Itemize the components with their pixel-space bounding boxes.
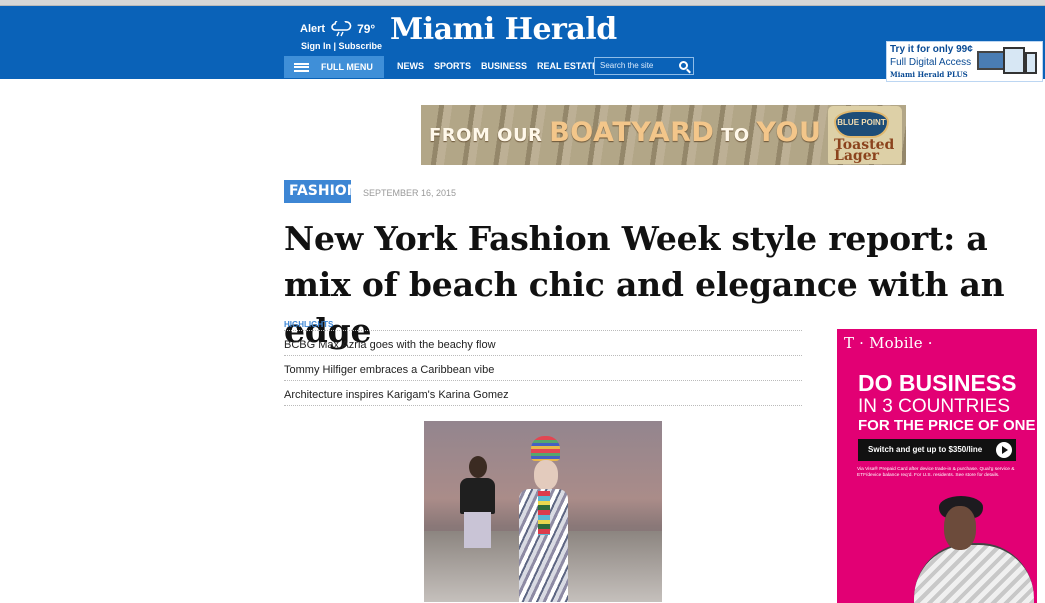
subscribe-link[interactable]: Subscribe	[339, 41, 383, 51]
subscription-brand: Miami Herald PLUS	[890, 70, 968, 79]
search-icon[interactable]	[679, 61, 688, 70]
nav-sports[interactable]: SPORTS	[434, 61, 471, 71]
person-face	[944, 506, 976, 550]
banner-big-text-2: YOU	[756, 117, 822, 148]
weather-alert[interactable]: Alert 79°	[300, 21, 375, 37]
switch-cta-button[interactable]: Switch and get up to $350/line	[858, 439, 1016, 461]
arrow-right-icon	[996, 442, 1012, 458]
temperature: 79°	[357, 22, 376, 36]
beaded-necklace	[538, 491, 550, 535]
nav-real-estate[interactable]: REAL ESTATE	[537, 61, 598, 71]
subscription-title: Try it for only 99¢	[890, 44, 973, 55]
digital-subscription-ad[interactable]: Try it for only 99¢ Full Digital Access …	[886, 41, 1043, 82]
fashion-runway-photo[interactable]	[424, 421, 662, 602]
hamburger-icon	[294, 62, 309, 72]
background-model	[457, 456, 498, 568]
toasted-lager-label: Toasted Lager	[834, 137, 895, 164]
alert-label: Alert	[300, 23, 326, 35]
miami-herald-logo[interactable]: Miami Herald	[390, 12, 617, 47]
tmobile-logo: T · Mobile ·	[844, 334, 933, 352]
account-links: Sign In | Subscribe	[301, 41, 383, 51]
primary-nav: NEWS SPORTS BUSINESS REAL ESTATE	[397, 61, 598, 71]
tablet-icon	[1003, 47, 1025, 74]
highlights-title: HIGHLIGHTS	[284, 320, 802, 331]
switch-cta-label: Switch and get up to $350/line	[868, 445, 983, 454]
boatyard-banner-ad[interactable]: FROM OUR BOATYARD TO YOU BLUE POINT Toas…	[421, 105, 906, 165]
highlight-item[interactable]: Tommy Hilfiger embraces a Caribbean vibe	[284, 356, 802, 381]
cloud-rain-icon	[331, 21, 352, 37]
search-input[interactable]: Search the site	[594, 57, 694, 75]
ad-headline-1: DO BUSINESS	[858, 370, 1017, 396]
background-model-head	[469, 456, 487, 478]
search-placeholder: Search the site	[600, 61, 654, 70]
banner-lead: FROM OUR	[429, 125, 543, 146]
device-graphics	[977, 45, 1039, 76]
article-category[interactable]: FASHION	[284, 180, 358, 203]
article-date: SEPTEMBER 16, 2015	[363, 188, 457, 198]
background-model-skirt	[464, 512, 491, 548]
blue-point-seal: BLUE POINT	[834, 110, 889, 138]
highlight-item[interactable]: Architecture inspires Karigam's Karina G…	[284, 381, 802, 406]
article-highlights: HIGHLIGHTS BCBG Max Azria goes with the …	[284, 320, 802, 406]
highlight-item[interactable]: BCBG Max Azria goes with the beachy flow	[284, 331, 802, 356]
ad-headline-3: FOR THE PRICE OF ONE	[858, 417, 1036, 434]
site-masthead: Alert 79° Sign In | Subscribe Miami Hera…	[0, 6, 1045, 82]
sign-in-link[interactable]: Sign In	[301, 41, 331, 51]
tmobile-ad[interactable]: T · Mobile · DO BUSINESS IN 3 COUNTRIES …	[837, 329, 1037, 603]
banner-middle: TO	[721, 125, 750, 146]
nav-news[interactable]: NEWS	[397, 61, 424, 71]
ad-fine-print: Via Visa® Prepaid Card after device trad…	[857, 467, 1015, 478]
business-person-image	[914, 496, 1034, 603]
full-menu-label: FULL MENU	[321, 62, 373, 72]
full-menu-button[interactable]: FULL MENU	[284, 56, 384, 78]
phone-icon	[1025, 52, 1037, 74]
ad-headline-2: IN 3 COUNTRIES	[858, 396, 1011, 417]
beer-can-graphic: BLUE POINT Toasted Lager	[828, 106, 902, 164]
banner-headline: FROM OUR BOATYARD TO YOU	[429, 117, 821, 148]
person-shirt	[914, 543, 1034, 603]
model-face	[534, 460, 558, 490]
background-model-coat	[460, 478, 495, 514]
runway-model	[508, 436, 580, 602]
striped-hat	[531, 436, 560, 461]
banner-big-text-1: BOATYARD	[549, 117, 715, 148]
subscription-subtitle: Full Digital Access	[890, 57, 972, 68]
nav-business[interactable]: BUSINESS	[481, 61, 527, 71]
